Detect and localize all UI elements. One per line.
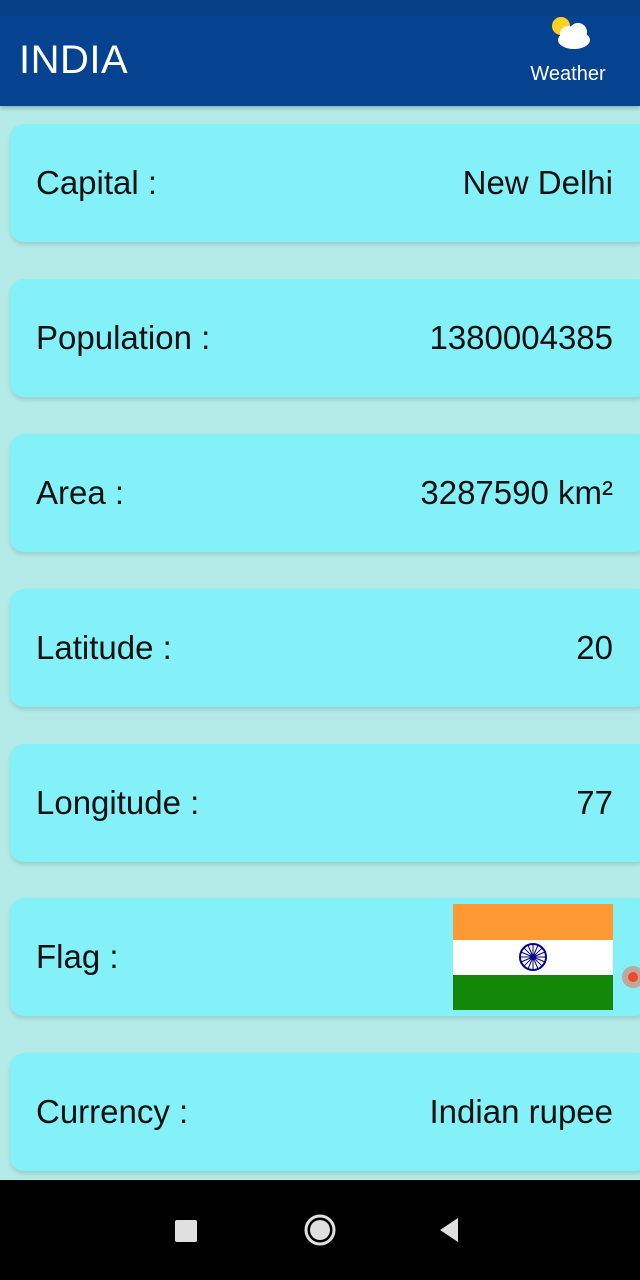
- home-circle-icon[interactable]: [292, 1202, 348, 1258]
- latitude-label: Latitude :: [36, 629, 172, 666]
- capital-value: New Delhi: [462, 164, 613, 201]
- area-label: Area :: [36, 474, 125, 511]
- latitude-value: 20: [576, 629, 613, 666]
- system-nav-bar: [0, 1180, 640, 1280]
- area-card: Area : 3287590 km²: [10, 434, 640, 552]
- currency-label: Currency :: [36, 1093, 189, 1130]
- longitude-value: 77: [576, 784, 613, 821]
- longitude-card: Longitude : 77: [10, 744, 640, 862]
- currency-card: Currency : Indian rupee: [10, 1053, 640, 1171]
- population-value: 1380004385: [429, 319, 613, 356]
- currency-value: Indian rupee: [429, 1093, 613, 1130]
- weather-label: Weather: [530, 63, 606, 85]
- latitude-card: Latitude : 20: [10, 589, 640, 707]
- area-value: 3287590 km²: [420, 474, 613, 511]
- india-flag-image: [453, 904, 613, 1010]
- population-card: Population : 1380004385: [10, 279, 640, 397]
- capital-card: Capital : New Delhi: [10, 124, 640, 242]
- partly-cloudy-icon: [552, 17, 590, 49]
- longitude-label: Longitude :: [36, 784, 200, 821]
- capital-label: Capital :: [36, 164, 158, 201]
- population-label: Population :: [36, 319, 211, 356]
- weather-button[interactable]: Weather: [520, 12, 616, 96]
- flag-label: Flag :: [36, 938, 119, 975]
- recents-square-icon[interactable]: [158, 1202, 214, 1258]
- touch-indicator: [622, 966, 640, 988]
- page-title: INDIA: [19, 38, 129, 82]
- flag-card: Flag :: [10, 898, 640, 1016]
- app-bar: INDIA Weather: [0, 0, 640, 106]
- back-triangle-icon[interactable]: [422, 1202, 478, 1258]
- country-details-list[interactable]: Capital : New Delhi Population : 1380004…: [0, 106, 640, 1180]
